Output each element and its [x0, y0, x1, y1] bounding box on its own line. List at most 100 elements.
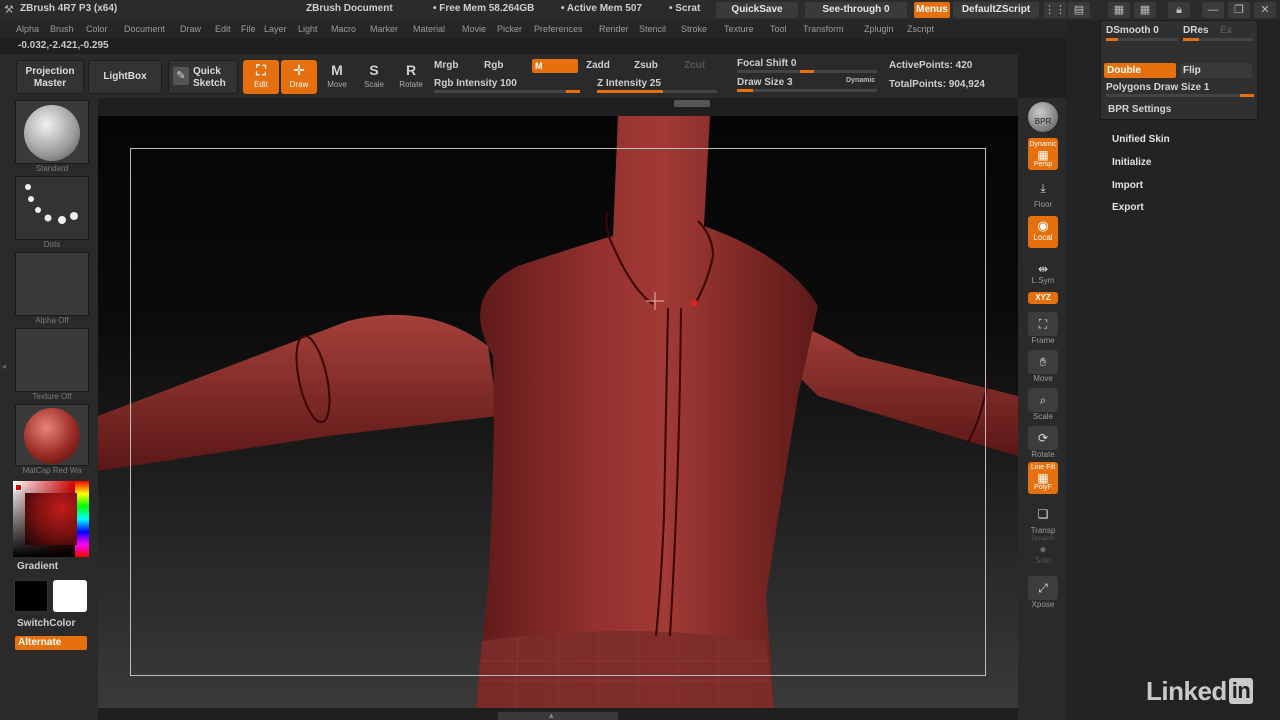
initialize-item[interactable]: Initialize — [1112, 157, 1151, 168]
quick-sketch-button[interactable]: ✎ Quick Sketch — [168, 60, 238, 94]
ui-layout-1-icon[interactable]: ▦ — [1108, 2, 1130, 18]
stroke-selector[interactable] — [15, 176, 89, 240]
menu-stencil[interactable]: Stencil — [639, 24, 666, 34]
floor-button[interactable]: ⤓ Floor — [1026, 176, 1060, 209]
zcut-button[interactable]: Zcut — [684, 60, 705, 71]
palette-icon[interactable]: ⋮⋮ — [1044, 2, 1066, 18]
polyf-button[interactable]: Line Fill ▦ PolyF — [1026, 462, 1060, 494]
move-button[interactable]: M Move — [319, 60, 355, 94]
menus-button[interactable]: Menus — [914, 2, 950, 18]
solo-button[interactable]: Dynamic ● Solo — [1026, 536, 1060, 565]
menu-render[interactable]: Render — [599, 24, 629, 34]
menu-stroke[interactable]: Stroke — [681, 24, 707, 34]
z-intensity-slider[interactable]: Z Intensity 25 — [597, 78, 661, 89]
menu-tool[interactable]: Tool — [770, 24, 787, 34]
menu-brush[interactable]: Brush — [50, 24, 74, 34]
alternate-button[interactable]: Alternate — [15, 636, 87, 650]
texture-selector[interactable] — [15, 328, 89, 392]
import-item[interactable]: Import — [1112, 180, 1143, 191]
frame-button[interactable]: ⛶ Frame — [1026, 312, 1060, 345]
top-shelf-scroll-handle[interactable] — [674, 100, 710, 107]
gradient-toggle[interactable]: Gradient — [17, 561, 58, 572]
menu-draw[interactable]: Draw — [180, 24, 201, 34]
polygons-draw-size-slider[interactable]: Polygons Draw Size 1 — [1106, 82, 1209, 93]
minimize-icon[interactable]: — — [1202, 2, 1224, 18]
menu-document[interactable]: Document — [124, 24, 165, 34]
focal-shift-slider[interactable]: Focal Shift 0 — [737, 58, 796, 69]
menu-material[interactable]: Material — [413, 24, 445, 34]
export-item[interactable]: Export — [1112, 202, 1144, 213]
edit-button[interactable]: ⛶ Edit — [243, 60, 279, 94]
menu-picker[interactable]: Picker — [497, 24, 522, 34]
color-picker[interactable] — [13, 481, 89, 557]
z-intensity-fill — [597, 90, 663, 93]
menu-file[interactable]: File — [241, 24, 256, 34]
persp-button[interactable]: Dynamic ▦ Persp — [1026, 138, 1060, 170]
rgb-intensity-slider[interactable]: Rgb Intensity 100 — [434, 78, 517, 89]
transp-button[interactable]: ❏ Transp — [1026, 502, 1060, 535]
bpr-button[interactable]: BPR — [1026, 102, 1060, 132]
bpr-settings-button[interactable]: BPR Settings — [1108, 104, 1171, 115]
zadd-button[interactable]: Zadd — [586, 60, 610, 71]
scale-button[interactable]: S Scale — [356, 60, 392, 94]
local-glyph: ◉ — [1037, 218, 1049, 233]
menu-layer[interactable]: Layer — [264, 24, 287, 34]
rotate-button[interactable]: R Rotate — [393, 60, 429, 94]
dres-slider[interactable]: DRes — [1183, 25, 1209, 36]
see-through-slider[interactable]: See-through 0 — [805, 2, 907, 18]
dsmooth-slider[interactable]: DSmooth 0 — [1106, 25, 1159, 36]
menu-preferences[interactable]: Preferences — [534, 24, 583, 34]
dynamic-toggle[interactable]: Dynamic — [846, 77, 875, 84]
rotate-view-button[interactable]: ⟳ Rotate — [1026, 426, 1060, 459]
scale-view-button[interactable]: ⌕ Scale — [1026, 388, 1060, 421]
xyz-label: XYZ — [1028, 292, 1058, 304]
restore-icon[interactable]: ❐ — [1228, 2, 1250, 18]
switch-color-button[interactable]: SwitchColor — [17, 618, 75, 629]
local-button[interactable]: ◉ Local — [1026, 216, 1060, 248]
move-view-button[interactable]: ✋︎ Move — [1026, 350, 1060, 383]
menu-texture[interactable]: Texture — [724, 24, 754, 34]
menu-zscript[interactable]: Zscript — [907, 24, 934, 34]
draw-size-slider[interactable]: Draw Size 3 — [737, 77, 793, 88]
draw-button[interactable]: ✛ Draw — [281, 60, 317, 94]
menu-light[interactable]: Light — [298, 24, 318, 34]
ui-layout-2-icon[interactable]: ▦ — [1134, 2, 1156, 18]
zsub-button[interactable]: Zsub — [634, 60, 658, 71]
menu-zplugin[interactable]: Zplugin — [864, 24, 894, 34]
lightbox-button[interactable]: LightBox — [88, 60, 162, 94]
alpha-selector[interactable] — [15, 252, 89, 316]
double-button[interactable]: Double — [1104, 63, 1176, 78]
menu-macro[interactable]: Macro — [331, 24, 356, 34]
mrgb-button[interactable]: Mrgb — [434, 60, 458, 71]
lsym-button[interactable]: ⇹ L.Sym — [1026, 262, 1060, 285]
unified-skin-item[interactable]: Unified Skin — [1112, 134, 1170, 145]
layout-icon[interactable]: ▤ — [1068, 2, 1090, 18]
polygons-draw-size-track — [1106, 94, 1254, 97]
hue-strip[interactable] — [75, 481, 89, 557]
menu-alpha[interactable]: Alpha — [16, 24, 39, 34]
quicksave-button[interactable]: QuickSave — [716, 2, 798, 18]
rgb-button[interactable]: Rgb — [484, 60, 503, 71]
menu-color[interactable]: Color — [86, 24, 108, 34]
matcap-red-wax-icon — [24, 408, 80, 464]
lock-icon[interactable]: 🔒︎ — [1168, 2, 1190, 18]
flip-button[interactable]: Flip — [1180, 63, 1252, 78]
bottom-tray-handle[interactable] — [498, 712, 618, 720]
menu-movie[interactable]: Movie — [462, 24, 486, 34]
material-selector[interactable] — [15, 404, 89, 466]
projection-master-button[interactable]: Projection Master — [16, 60, 84, 94]
xyz-button[interactable]: XYZ — [1026, 292, 1060, 304]
main-color-swatch[interactable] — [14, 580, 48, 612]
close-icon[interactable]: ✕ — [1254, 2, 1276, 18]
dres-extra[interactable]: Ex — [1220, 25, 1232, 36]
xpose-button[interactable]: ⤢ Xpose — [1026, 576, 1060, 609]
m-button[interactable]: M — [532, 59, 578, 73]
brush-selector[interactable] — [15, 100, 89, 164]
default-zscript-button[interactable]: DefaultZScript — [953, 2, 1039, 18]
bottom-tray-arrow-icon[interactable]: ▴ — [549, 710, 554, 720]
secondary-color-swatch[interactable] — [53, 580, 87, 612]
left-tray-arrow-icon[interactable]: ◂ — [2, 362, 8, 382]
menu-marker[interactable]: Marker — [370, 24, 398, 34]
menu-transform[interactable]: Transform — [803, 24, 844, 34]
menu-edit[interactable]: Edit — [215, 24, 231, 34]
